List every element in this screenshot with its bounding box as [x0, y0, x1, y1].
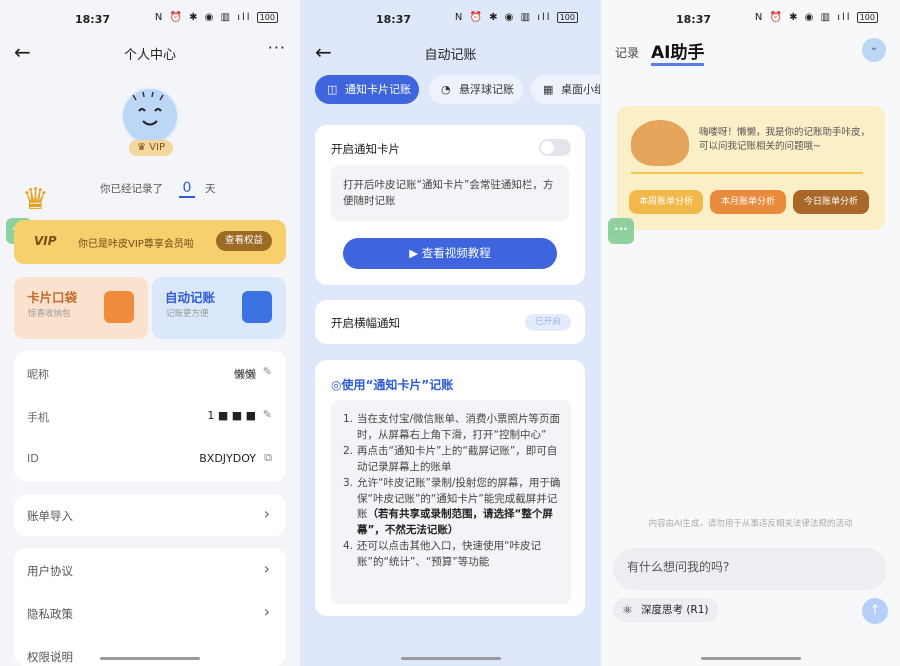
notification-card-toggle[interactable] [539, 139, 571, 156]
home-indicator[interactable] [400, 657, 501, 660]
nav-bar: ← 个人中心 ··· [0, 38, 300, 68]
view-video-tutorial-button[interactable]: ▶ 查看视频教程 [343, 238, 557, 269]
page-title: 自动记账 [424, 48, 477, 63]
home-indicator[interactable] [700, 657, 801, 660]
deep-think-button[interactable]: ⚛ 深度思考 (R1) [613, 598, 719, 622]
notification-icon: ◫ [327, 83, 338, 96]
monthly-analysis-button[interactable]: 本月账单分析 [710, 190, 786, 214]
tile-title: 自动记账 [165, 290, 216, 305]
tile-card-pocket[interactable]: 卡片口袋 惊喜收纳包 [14, 277, 148, 339]
daily-analysis-button[interactable]: 今日账单分析 [793, 190, 869, 214]
home-indicator[interactable] [100, 657, 200, 660]
step-item: 1. 当在支付宝/微信账单、消费小票照片等页面时，从屏幕右上角下滑，打开“控制中心… [343, 413, 561, 441]
chevron-right-icon: › [263, 504, 270, 523]
tile-subtitle: 记账更方便 [166, 309, 209, 319]
receipt-icon [242, 291, 272, 323]
battery-icon: 100 [856, 12, 878, 23]
atom-icon: ⚛ [622, 603, 633, 617]
tile-auto-record[interactable]: 自动记账 记账更方便 [152, 277, 286, 339]
status-time: 18:37 [75, 13, 111, 26]
pocket-icon [104, 291, 134, 323]
divider [631, 172, 863, 174]
profile-panel: 18:37 N ⏰ ✱ ◉ ▥ ıll 100 ← 个人中心 ··· ♛ VIP… [0, 0, 300, 666]
battery-icon: 100 [556, 12, 578, 23]
ai-disclaimer: 内容由AI生成，请勿用于从事违反相关法律法规的活动 [648, 519, 853, 529]
crown-icon: ♛ [22, 182, 49, 217]
floating-ball-button[interactable]: ··· [608, 218, 634, 244]
send-button[interactable]: ↑ [862, 598, 888, 624]
assistant-greeting-card: 嗨喽呀！懒懒，我是你的记账助手咔皮，可以问我记账相关的问题哦~ 本周账单分析 本… [617, 106, 885, 230]
play-icon: ▶ [409, 246, 419, 260]
tab-notification-card[interactable]: ◫ 通知卡片记账 [315, 75, 419, 104]
avatar[interactable] [121, 87, 179, 145]
widget-grid-icon: ▦ [543, 83, 554, 96]
capybara-mascot-icon [631, 120, 689, 166]
bill-import-row[interactable]: 账单导入 › [14, 494, 286, 536]
step-item: 4. 还可以点击其他入口，快速使用“咔皮记账”的“统计”、“预算”等功能 [343, 540, 541, 568]
guide-title: ◎使用“通知卡片”记账 [331, 378, 454, 392]
vip-logo: VIP [34, 234, 57, 248]
battery-icon: 100 [256, 12, 278, 23]
record-days: 你已经记录了 0 天 [100, 180, 216, 198]
id-row: ID BXDJYDOY ⧉ [27, 451, 272, 465]
nav-bar: ← 自动记账 [301, 40, 600, 68]
guide-steps: 1. 当在支付宝/微信账单、消费小票照片等页面时，从屏幕右上角下滑，打开“控制中心… [331, 400, 571, 604]
chat-input-box[interactable] [613, 548, 887, 590]
edit-icon[interactable]: ✎ [263, 365, 272, 378]
status-time: 18:37 [376, 13, 412, 26]
tab-record[interactable]: 记录 [615, 44, 639, 61]
record-days-count: 0 [179, 180, 195, 198]
weekly-analysis-button[interactable]: 本周账单分析 [629, 190, 703, 214]
vip-text: 你已是咔皮VIP尊享会员啦 [78, 239, 194, 250]
status-time: 18:37 [676, 13, 712, 26]
auto-record-panel: 18:37 N ⏰ ✱ ◉ ▥ ıll 100 ← 自动记账 ◫ 通知卡片记账 ◔… [301, 0, 600, 666]
permission-row[interactable]: 权限说明 [14, 634, 286, 666]
avatar[interactable]: ᵕ [862, 38, 886, 62]
greeting-text: 嗨喽呀！懒懒，我是你的记账助手咔皮，可以问我记账相关的问题哦~ [699, 127, 871, 152]
step-item: 2. 再点击“通知卡片”上的“截屏记账”，即可自动记录屏幕上的账单 [343, 445, 558, 473]
privacy-policy-row[interactable]: 隐私政策 › [14, 591, 286, 634]
agreements-card: 用户协议 › 隐私政策 › 权限说明 [14, 548, 286, 666]
copy-icon[interactable]: ⧉ [264, 451, 272, 465]
chat-input[interactable] [627, 560, 867, 574]
profile-info-card: 昵称 懒懒 ✎ 手机 1 ■ ■ ■ ✎ ID BXDJYDOY ⧉ [14, 351, 286, 482]
tab-ai-assistant[interactable]: AI助手 [651, 38, 705, 66]
step-item: 3. 允许“咔皮记账”录制/投射您的屏幕，用于确保“咔皮记账”的“通知卡片”能完成… [343, 477, 561, 536]
status-icons: N ⏰ ✱ ◉ ▥ ıll 100 [755, 12, 878, 23]
status-icons: N ⏰ ✱ ◉ ▥ ıll 100 [455, 12, 578, 23]
status-icons: N ⏰ ✱ ◉ ▥ ıll 100 [155, 12, 278, 23]
status-bar: 18:37 N ⏰ ✱ ◉ ▥ ıll 100 [301, 0, 600, 36]
edit-icon[interactable]: ✎ [263, 408, 272, 421]
banner-notification-row: 开启横幅通知 已开启 [315, 300, 585, 344]
vip-bar[interactable]: VIP 你已是咔皮VIP尊享会员啦 查看权益 [14, 220, 286, 264]
chevron-right-icon: › [263, 559, 270, 578]
page-title: 个人中心 [123, 48, 176, 63]
notification-hint: 打开后咔皮记账“通知卡片”会常驻通知栏，方便随时记账 [331, 165, 569, 221]
tile-subtitle: 惊喜收纳包 [28, 309, 71, 319]
tab-floating-ball[interactable]: ◔ 悬浮球记账 [429, 75, 523, 104]
floating-ball-icon: ◔ [441, 83, 451, 96]
status-bar: 18:37 N ⏰ ✱ ◉ ▥ ıll 100 [0, 0, 300, 36]
ai-assistant-panel: 18:37 N ⏰ ✱ ◉ ▥ ıll 100 记录 AI助手 ᵕ 嗨喽呀！懒懒… [601, 0, 900, 666]
banner-notification-toggle[interactable]: 已开启 [525, 314, 571, 331]
nickname-row[interactable]: 昵称 懒懒 ✎ [14, 351, 286, 394]
smile-face-icon [132, 91, 164, 126]
status-bar: 18:37 N ⏰ ✱ ◉ ▥ ıll 100 [601, 0, 900, 36]
tab-desktop-widget[interactable]: ▦桌面小组件 [531, 75, 600, 104]
swirl-icon: ◎ [331, 378, 342, 392]
chevron-right-icon: › [263, 602, 270, 621]
tile-title: 卡片口袋 [27, 290, 78, 305]
more-icon[interactable]: ··· [268, 38, 286, 57]
phone-row[interactable]: 手机 1 ■ ■ ■ ✎ [14, 394, 286, 437]
vip-badge: ♛ VIP [129, 140, 173, 156]
view-benefits-button[interactable]: 查看权益 [216, 231, 272, 251]
user-agreement-row[interactable]: 用户协议 › [14, 548, 286, 591]
